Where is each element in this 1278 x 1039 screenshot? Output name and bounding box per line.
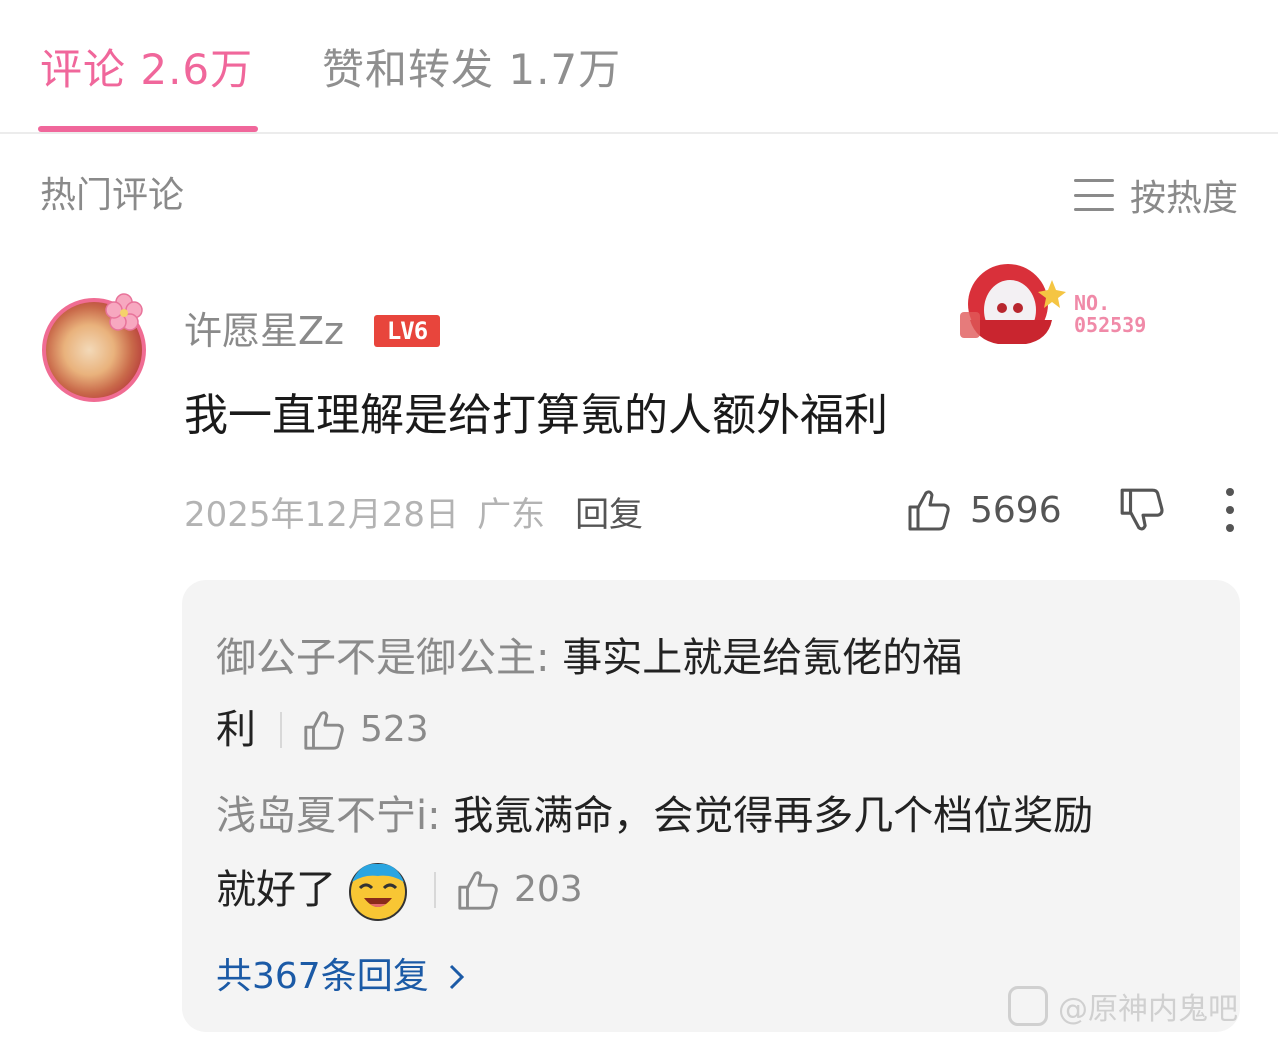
reply-item[interactable]: 御公子不是御公主: 事实上就是给氪佬的福 [216,620,962,696]
laughing-crying-emoji-icon [349,863,407,921]
comment-text: 我一直理解是给打算氪的人额外福利 [184,390,888,441]
active-tab-indicator [38,126,258,132]
reply-text: 就好了 [216,867,336,913]
comment-date: 2025年12月28日 [184,494,460,535]
thumbs-down-icon[interactable] [1118,486,1166,534]
reply-like-button[interactable]: 203 [456,852,583,928]
reply-text: 我氪满命，会觉得再多几个档位奖励 [440,793,1094,839]
comment-region: 广东 [477,494,546,535]
divider [434,872,436,908]
fan-badge-avatar-icon [960,264,1066,344]
view-all-replies-link[interactable]: 共367条回复 [216,952,467,1002]
reply-like-button[interactable]: 523 [302,692,429,768]
weibo-logo-icon [1008,986,1048,1026]
reply-item-continued: 就好了 203 [216,852,583,928]
level-badge: LV6 [374,315,440,347]
replies-panel: 御公子不是御公主: 事实上就是给氪佬的福 利 523 浅岛夏不宁i: 我氪满命，… [182,580,1240,1032]
tab-bar: 评论 2.6万 赞和转发 1.7万 [0,0,1278,134]
comment-meta: 2025年12月28日 广东 回复 [184,486,643,536]
reply-like-count: 523 [360,709,429,750]
thumbs-up-icon [304,711,344,750]
section-title: 热门评论 [40,175,185,216]
sort-label: 按热度 [1129,178,1238,219]
chevron-right-icon [449,964,464,990]
divider [280,712,282,748]
reply-author[interactable]: 浅岛夏不宁i: [216,793,441,839]
total-replies-label: 共367条回复 [216,956,429,997]
watermark: @原神内鬼吧 [1008,982,1238,1030]
watermark-text: @原神内鬼吧 [1058,992,1238,1027]
sort-lines-icon [1073,179,1114,211]
reply-item[interactable]: 浅岛夏不宁i: 我氪满命，会觉得再多几个档位奖励 [216,778,1093,854]
thumbs-up-icon [458,871,498,910]
tab-likes-reposts[interactable]: 赞和转发 1.7万 [322,40,621,100]
like-count: 5696 [970,489,1062,531]
fan-badge-number: NO. 052539 [1074,291,1147,337]
flower-icon [105,293,143,331]
reply-item-continued: 利 523 [216,692,429,768]
like-button[interactable]: 5696 [906,482,1062,538]
more-options-icon[interactable] [1218,488,1242,532]
thumbs-up-icon [908,490,950,531]
tab-comments[interactable]: 评论 2.6万 [40,40,253,100]
reply-text: 利 [216,707,256,753]
reply-button[interactable]: 回复 [575,487,643,536]
username[interactable]: 许愿星Zz [184,306,344,356]
sort-button[interactable]: 按热度 [1073,170,1238,220]
reply-text: 事实上就是给氪佬的福 [549,635,963,681]
reply-author[interactable]: 御公子不是御公主: [216,635,549,681]
reply-like-count: 203 [514,869,583,910]
